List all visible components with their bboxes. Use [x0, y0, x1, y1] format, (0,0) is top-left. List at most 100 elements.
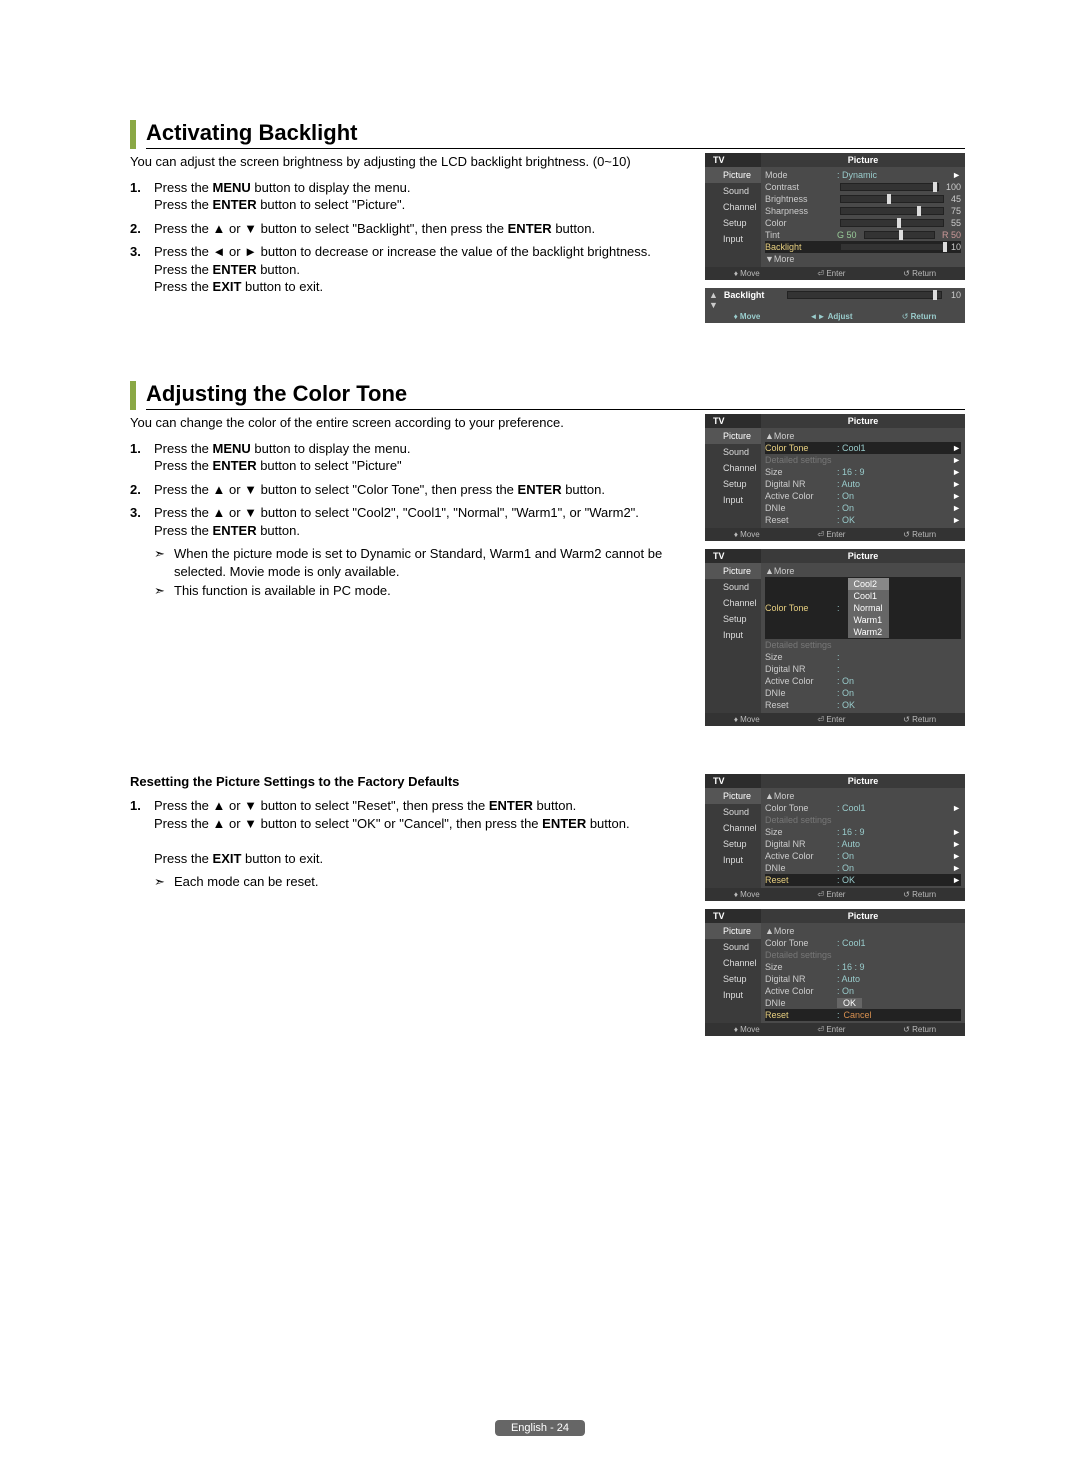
osd-reset-confirm: TVPicturePictureSoundChannelSetupInput▲M…: [705, 909, 965, 1036]
osd-row: Detailed settings►: [765, 454, 961, 466]
osd-side-channel: Channel: [705, 820, 761, 836]
osd-side-picture: Picture: [705, 167, 761, 183]
osd-color-tone-menu: TVPicturePictureSoundChannelSetupInput▲M…: [705, 414, 965, 541]
osd-row: Reset: OK►: [765, 514, 961, 526]
osd-side-channel: Channel: [705, 460, 761, 476]
osd-row: Active Color: On: [765, 675, 961, 687]
osd-side-input: Input: [705, 852, 761, 868]
osd-row: Active Color: On: [765, 985, 961, 997]
osd-row: ▲More: [765, 565, 961, 577]
osd-row: ▲More: [765, 925, 961, 937]
osd-row: Digital NR: Auto►: [765, 478, 961, 490]
osd-row: Size:: [765, 651, 961, 663]
osd-side-setup: Setup: [705, 215, 761, 231]
osd-row: Sharpness75: [765, 205, 961, 217]
osd-row: Reset:Cancel: [765, 1009, 961, 1021]
osd-row: Digital NR:: [765, 663, 961, 675]
section-activating-backlight: Activating Backlight: [130, 120, 965, 149]
osd-reset-menu: TVPicturePictureSoundChannelSetupInput▲M…: [705, 774, 965, 901]
osd-row: TintG 50R 50: [765, 229, 961, 241]
arrow-down-icon: ▼: [709, 300, 718, 310]
osd-row: Digital NR: Auto►: [765, 838, 961, 850]
note-item: ➣Each mode can be reset.: [154, 873, 691, 891]
osd-row: Size: 16 : 9: [765, 961, 961, 973]
osd-row: Contrast100: [765, 181, 961, 193]
page-footer: English - 24: [0, 1420, 1080, 1436]
osd-row: DNIe: On: [765, 687, 961, 699]
page-number: English - 24: [495, 1420, 585, 1436]
osd-row: Detailed settings: [765, 814, 961, 826]
osd-side-picture: Picture: [705, 563, 761, 579]
step-item: 1.Press the MENU button to display the m…: [130, 440, 691, 475]
osd-row: Detailed settings: [765, 949, 961, 961]
osd-side-setup: Setup: [705, 476, 761, 492]
section-intro: You can change the color of the entire s…: [130, 414, 691, 432]
osd-side-channel: Channel: [705, 955, 761, 971]
arrow-up-icon: ▲: [709, 290, 718, 300]
step-item: 1.Press the ▲ or ▼ button to select "Res…: [130, 797, 691, 867]
osd-row: Active Color: On►: [765, 490, 961, 502]
note-item: ➣This function is available in PC mode.: [154, 582, 691, 600]
osd-hint-move: ♦ Move: [734, 312, 761, 321]
osd-side-channel: Channel: [705, 199, 761, 215]
osd-row: Color Tone: Cool1►: [765, 442, 961, 454]
osd-row: ▲More: [765, 430, 961, 442]
osd-row: Reset: OK: [765, 699, 961, 711]
osd-row: Color Tone: Cool1►: [765, 802, 961, 814]
step-list: 1.Press the MENU button to display the m…: [130, 440, 691, 540]
osd-row: DNIeOK: [765, 997, 961, 1009]
osd-backlight-bar: ▲ Backlight 10 ▼ ♦ Move ◄► Adjust ↺ Retu…: [705, 288, 965, 323]
osd-row: Brightness45: [765, 193, 961, 205]
osd-row: Mode: Dynamic►: [765, 169, 961, 181]
osd-row: ▲More: [765, 790, 961, 802]
step-item: 3.Press the ▲ or ▼ button to select "Coo…: [130, 504, 691, 539]
osd-side-sound: Sound: [705, 444, 761, 460]
osd-hint-adjust: ◄► Adjust: [810, 312, 853, 321]
manual-page: Activating Backlight You can adjust the …: [0, 0, 1080, 1476]
step-item: 2.Press the ▲ or ▼ button to select "Col…: [130, 481, 691, 499]
osd-side-sound: Sound: [705, 939, 761, 955]
osd-hint-return: ↺ Return: [902, 312, 937, 321]
section-intro: You can adjust the screen brightness by …: [130, 153, 691, 171]
osd-side-channel: Channel: [705, 595, 761, 611]
step-list: 1.Press the ▲ or ▼ button to select "Res…: [130, 797, 691, 867]
osd-side-picture: Picture: [705, 923, 761, 939]
osd-row: Color Tone:Cool2Cool1NormalWarm1Warm2: [765, 577, 961, 639]
osd-side-sound: Sound: [705, 183, 761, 199]
backlight-value: 10: [951, 290, 961, 300]
osd-picture-sliders: TVPicturePictureSoundChannelSetupInputMo…: [705, 153, 965, 280]
backlight-label: Backlight: [724, 290, 778, 300]
osd-side-input: Input: [705, 987, 761, 1003]
osd-row: Color Tone: Cool1: [765, 937, 961, 949]
step-list: 1.Press the MENU button to display the m…: [130, 179, 691, 296]
osd-row: Color55: [765, 217, 961, 229]
step-item: 1.Press the MENU button to display the m…: [130, 179, 691, 214]
osd-row: Detailed settings: [765, 639, 961, 651]
step-item: 2.Press the ▲ or ▼ button to select "Bac…: [130, 220, 691, 238]
osd-row: Size: 16 : 9►: [765, 466, 961, 478]
osd-side-picture: Picture: [705, 428, 761, 444]
osd-row: Reset: OK►: [765, 874, 961, 886]
section-adjusting-color-tone: Adjusting the Color Tone: [130, 381, 965, 410]
osd-color-tone-dropdown: TVPicturePictureSoundChannelSetupInput▲M…: [705, 549, 965, 726]
step-item: 3.Press the ◄ or ► button to decrease or…: [130, 243, 691, 296]
osd-side-sound: Sound: [705, 579, 761, 595]
osd-side-picture: Picture: [705, 788, 761, 804]
osd-row: DNIe: On►: [765, 862, 961, 874]
osd-side-setup: Setup: [705, 836, 761, 852]
reset-subhead: Resetting the Picture Settings to the Fa…: [130, 774, 691, 789]
osd-side-sound: Sound: [705, 804, 761, 820]
osd-row: ▼More: [765, 253, 961, 265]
note-item: ➣When the picture mode is set to Dynamic…: [154, 545, 691, 580]
osd-side-input: Input: [705, 231, 761, 247]
osd-side-input: Input: [705, 492, 761, 508]
osd-row: Backlight10: [765, 241, 961, 253]
osd-row: Digital NR: Auto: [765, 973, 961, 985]
osd-row: DNIe: On►: [765, 502, 961, 514]
osd-row: Active Color: On►: [765, 850, 961, 862]
section-title: Adjusting the Color Tone: [146, 381, 965, 410]
osd-side-setup: Setup: [705, 611, 761, 627]
osd-side-setup: Setup: [705, 971, 761, 987]
osd-side-input: Input: [705, 627, 761, 643]
section-title: Activating Backlight: [146, 120, 965, 149]
